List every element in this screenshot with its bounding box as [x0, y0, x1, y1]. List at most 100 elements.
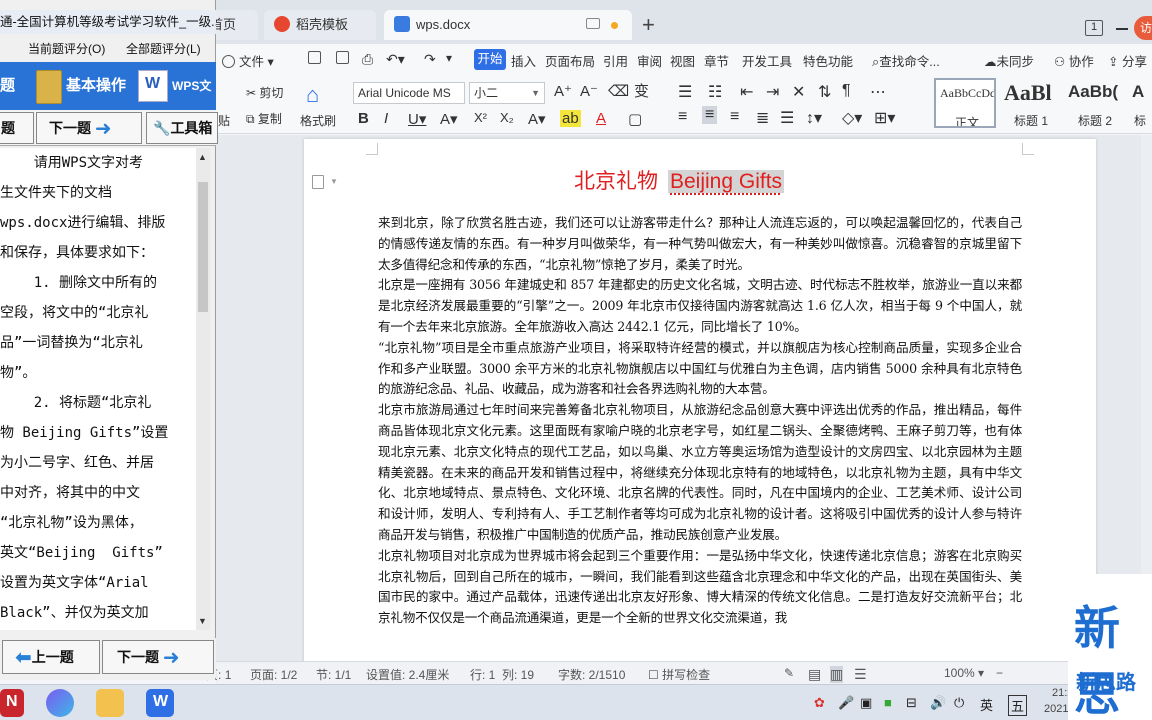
paragraph[interactable]: 北京礼物项目对北京成为世界城市将会起到三个重要作用：一是弘扬中华文化，快速传递北… [378, 546, 1022, 629]
score-current-menu[interactable]: 当前题评分(O) [28, 38, 105, 60]
paragraph[interactable]: “北京礼物”项目是全市重点旅游产业项目，将采取特许经营的模式，并以旗舰店为核心控… [378, 338, 1022, 400]
justify-icon[interactable]: ≣ [756, 108, 769, 128]
status-row[interactable]: 行: 1 [470, 666, 495, 683]
exam-window-title[interactable]: 通-全国计算机等级考试学习软件_一级... [0, 10, 216, 34]
status-section[interactable]: 节: 1/1 [316, 666, 351, 683]
zoom-out-icon[interactable]: − [996, 666, 1003, 680]
score-all-menu[interactable]: 全部题评分(L) [126, 38, 201, 60]
status-col[interactable]: 列: 19 [502, 666, 534, 683]
status-setting[interactable]: 设置值: 2.4厘米 [366, 666, 449, 683]
view-reading-icon[interactable]: ▤ [808, 666, 821, 683]
redo-icon[interactable]: ↷ [424, 51, 436, 68]
subscript-icon[interactable]: X₂ [500, 110, 514, 125]
prev-question-fragment[interactable]: 题 [0, 112, 34, 144]
exam-app-taskbar-icon[interactable]: N [0, 689, 24, 717]
style-heading-1[interactable]: AaBl 标题 1 [1000, 78, 1062, 128]
more-icon[interactable]: ⋯ [870, 82, 886, 102]
phonetic-guide-icon[interactable]: 变 [634, 80, 649, 101]
scroll-down-icon[interactable]: ▼ [198, 616, 207, 626]
menu-references[interactable]: 引用 [603, 51, 628, 70]
volume-icon[interactable]: 🔊 [930, 695, 946, 711]
microphone-icon[interactable]: 🎤 [838, 695, 854, 711]
view-page-icon[interactable]: ▥ [830, 666, 844, 683]
next-question-button[interactable]: 下一题 ➜ [36, 112, 142, 144]
document-title[interactable]: 北京礼物 Beijing Gifts [574, 165, 785, 197]
clear-format-icon[interactable]: ⌫ [608, 82, 629, 100]
tab-document[interactable]: wps.docx [384, 10, 632, 40]
superscript-icon[interactable]: X² [474, 110, 487, 125]
copilot-icon[interactable] [46, 689, 74, 717]
align-right-icon[interactable]: ≡ [730, 108, 739, 126]
grow-font-icon[interactable]: A⁺ [554, 82, 572, 100]
show-marks-icon[interactable]: ¶ [842, 82, 851, 100]
menu-home[interactable]: 开始 [474, 49, 506, 70]
window-count-badge[interactable]: 1 [1085, 20, 1103, 36]
paragraph[interactable]: 来到北京，除了欣赏名胜古迹，我们还可以让游客带走什么？那种让人流连忘返的，可以唤… [378, 213, 1022, 275]
menu-chapter[interactable]: 章节 [704, 51, 729, 70]
menu-page-layout[interactable]: 页面布局 [545, 51, 595, 70]
menu-insert[interactable]: 插入 [511, 51, 536, 70]
title-chinese[interactable]: 北京礼物 [574, 169, 658, 193]
align-left-icon[interactable]: ≡ [678, 108, 687, 126]
spell-check-toggle[interactable]: ☐ 拼写检查 [648, 666, 710, 683]
ime-mode[interactable]: 五 [1008, 695, 1028, 716]
screen-capture-icon[interactable]: ▣ [860, 695, 872, 711]
toolbox-button[interactable]: 🔧工具箱 [146, 112, 218, 144]
network-icon[interactable]: ⊟ [906, 695, 917, 711]
menu-special-features[interactable]: 特色功能 [803, 51, 853, 70]
tab-docer-templates[interactable]: 稻壳模板 [264, 10, 376, 40]
minimize-icon[interactable] [1116, 28, 1128, 30]
decrease-indent-icon[interactable]: ⇤ [740, 82, 753, 102]
font-color-icon[interactable]: A [596, 110, 606, 127]
prev-question-button[interactable]: ⬅上一题 [2, 640, 100, 674]
sort-icon[interactable]: ⇅ [818, 82, 831, 102]
save-icon[interactable] [308, 51, 325, 65]
new-tab-button[interactable]: + [642, 13, 655, 37]
highlight-icon[interactable]: ab [560, 110, 581, 127]
share-button[interactable]: ⇪ 分享 [1108, 51, 1147, 70]
distribute-icon[interactable]: ☰ [780, 108, 794, 128]
shrink-font-icon[interactable]: A⁻ [580, 82, 598, 100]
collab-button[interactable]: ⚇ 协作 [1054, 51, 1094, 70]
status-pages[interactable]: 页面: 1/2 [250, 666, 297, 683]
char-border-icon[interactable]: ▢ [628, 110, 642, 128]
menu-developer[interactable]: 开发工具 [742, 51, 792, 70]
cut-button[interactable]: ✂ 剪切 [246, 84, 283, 101]
menu-file[interactable]: 文件 ▾ [222, 51, 274, 70]
document-page[interactable]: ▼ 北京礼物 Beijing Gifts 来到北京，除了欣赏名胜古迹，我们还可以让… [304, 139, 1096, 679]
paragraph[interactable]: 北京是一座拥有 3056 年建城史和 857 年建都史的历史文化名城，文明古迹、… [378, 275, 1022, 337]
bold-icon[interactable]: B [358, 110, 369, 127]
numbering-icon[interactable]: ☷ [708, 82, 722, 102]
chinese-layout-icon[interactable]: ✕ [792, 82, 805, 102]
view-outline-icon[interactable]: ✎ [784, 666, 794, 680]
command-search[interactable]: ⌕查找命令... [872, 51, 940, 70]
basic-operation-button[interactable]: 基本操作 [66, 66, 126, 106]
font-size-select[interactable]: 小二 ▼ [469, 82, 545, 104]
screen-icon[interactable] [586, 18, 600, 29]
visit-button[interactable]: 访 [1134, 16, 1152, 40]
text-effect-icon[interactable]: A▾ [528, 110, 546, 128]
print-icon[interactable] [336, 51, 353, 65]
paragraph-layout-icon[interactable] [312, 175, 324, 189]
increase-indent-icon[interactable]: ⇥ [766, 82, 779, 102]
ime-language[interactable]: 英 [980, 695, 993, 714]
style-heading-3[interactable]: A 标 [1128, 78, 1152, 128]
menu-review[interactable]: 审阅 [637, 51, 662, 70]
align-center-icon[interactable]: ≡ [702, 106, 718, 124]
quick-access-more-icon[interactable]: ▾ [446, 51, 452, 65]
question-scrollbar[interactable]: ▲ ▼ [196, 148, 210, 630]
file-explorer-icon[interactable] [96, 689, 124, 717]
bullets-icon[interactable]: ☰ [678, 82, 692, 102]
copy-button[interactable]: ⧉ 复制 [246, 110, 282, 127]
scroll-thumb[interactable] [198, 182, 208, 312]
paste-fragment[interactable]: 贴 [218, 112, 230, 129]
font-color-underline-icon[interactable]: A▾ [440, 110, 458, 128]
power-icon[interactable]: ⏻ [954, 695, 964, 711]
line-spacing-icon[interactable]: ↕▾ [806, 108, 822, 128]
style-heading-2[interactable]: AaBb( 标题 2 [1064, 78, 1126, 128]
print-preview-icon[interactable]: ⎙ [362, 51, 373, 68]
zoom-level[interactable]: 100% ▾ [944, 666, 984, 680]
next-question-bottom-button[interactable]: 下一题 ➜ [102, 640, 214, 674]
scroll-up-icon[interactable]: ▲ [198, 152, 207, 162]
undo-icon[interactable]: ↶▾ [386, 51, 405, 68]
